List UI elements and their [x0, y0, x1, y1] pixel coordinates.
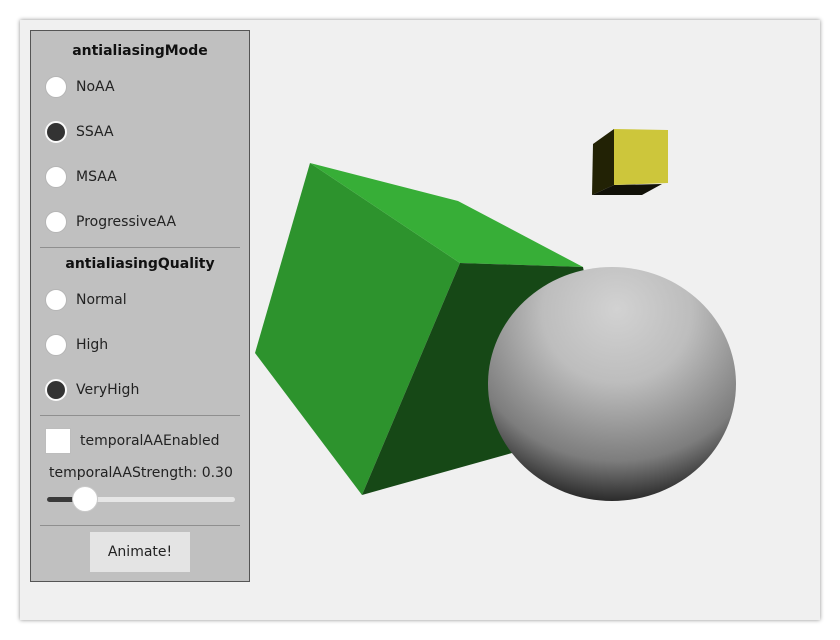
gray-sphere [488, 267, 736, 501]
slider-thumb[interactable] [72, 486, 98, 512]
temporal-aa-label: temporalAAEnabled [80, 433, 220, 449]
animate-button[interactable]: Animate! [90, 532, 190, 572]
yellow-cube-front [614, 129, 668, 185]
radio-high[interactable]: High [45, 331, 108, 359]
radio-msaa-label: MSAA [76, 169, 117, 185]
antialiasing-quality-heading: antialiasingQuality [65, 256, 215, 272]
radio-noaa[interactable]: NoAA [45, 73, 115, 101]
app-window: antialiasingMode NoAA SSAA MSAA Progress… [20, 20, 820, 620]
settings-panel: antialiasingMode NoAA SSAA MSAA Progress… [30, 30, 250, 582]
antialiasing-mode-heading: antialiasingMode [72, 43, 208, 59]
radio-msaa-circle[interactable] [45, 166, 67, 188]
yellow-cube-side [592, 129, 614, 195]
radio-ssaa-label: SSAA [76, 124, 114, 140]
radio-veryhigh-label: VeryHigh [76, 382, 140, 398]
radio-ssaa[interactable]: SSAA [45, 118, 114, 146]
temporal-aa-strength-label: temporalAAStrength: 0.30 [49, 465, 233, 481]
temporal-aa-strength-slider[interactable] [47, 486, 235, 512]
radio-normal-circle[interactable] [45, 289, 67, 311]
radio-progressiveaa[interactable]: ProgressiveAA [45, 208, 176, 236]
temporal-aa-checkbox[interactable] [45, 428, 71, 454]
radio-ssaa-circle[interactable] [45, 121, 67, 143]
radio-normal-label: Normal [76, 292, 127, 308]
radio-veryhigh-circle[interactable] [45, 379, 67, 401]
radio-noaa-circle[interactable] [45, 76, 67, 98]
divider [40, 525, 240, 526]
radio-msaa[interactable]: MSAA [45, 163, 117, 191]
divider [40, 247, 240, 248]
radio-normal[interactable]: Normal [45, 286, 127, 314]
radio-high-circle[interactable] [45, 334, 67, 356]
divider [40, 415, 240, 416]
radio-veryhigh[interactable]: VeryHigh [45, 376, 139, 404]
radio-noaa-label: NoAA [76, 79, 115, 95]
radio-progressiveaa-circle[interactable] [45, 211, 67, 233]
radio-progressiveaa-label: ProgressiveAA [76, 214, 177, 230]
temporal-aa-toggle[interactable]: temporalAAEnabled [45, 427, 220, 455]
radio-high-label: High [76, 337, 109, 353]
